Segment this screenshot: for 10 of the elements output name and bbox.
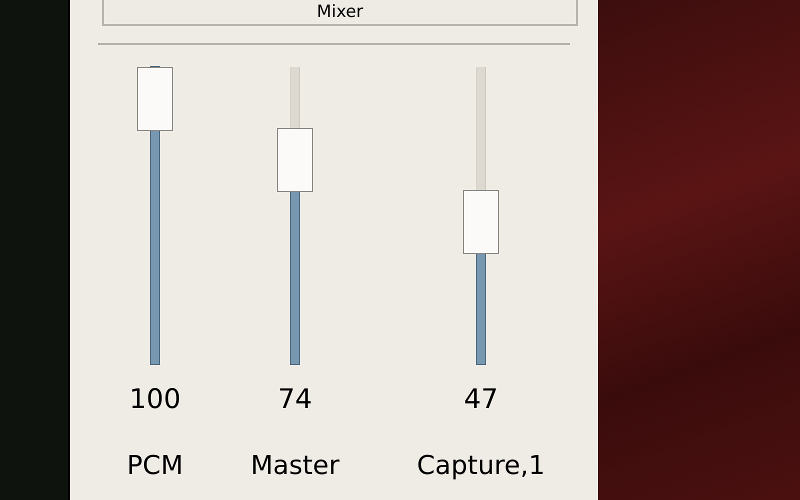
channel-label: Capture,1: [416, 450, 546, 482]
slider-thumb[interactable]: [463, 190, 499, 254]
channel-label: Master: [250, 450, 340, 482]
volume-reading: 74: [278, 384, 312, 416]
slider-thumb[interactable]: [277, 128, 313, 192]
slider-thumb[interactable]: [137, 67, 173, 131]
mixer-button[interactable]: Mixer: [102, 0, 578, 26]
volume-reading: 100: [129, 384, 181, 416]
channel-label: PCM: [126, 450, 184, 482]
volume-reading: 47: [464, 384, 498, 416]
